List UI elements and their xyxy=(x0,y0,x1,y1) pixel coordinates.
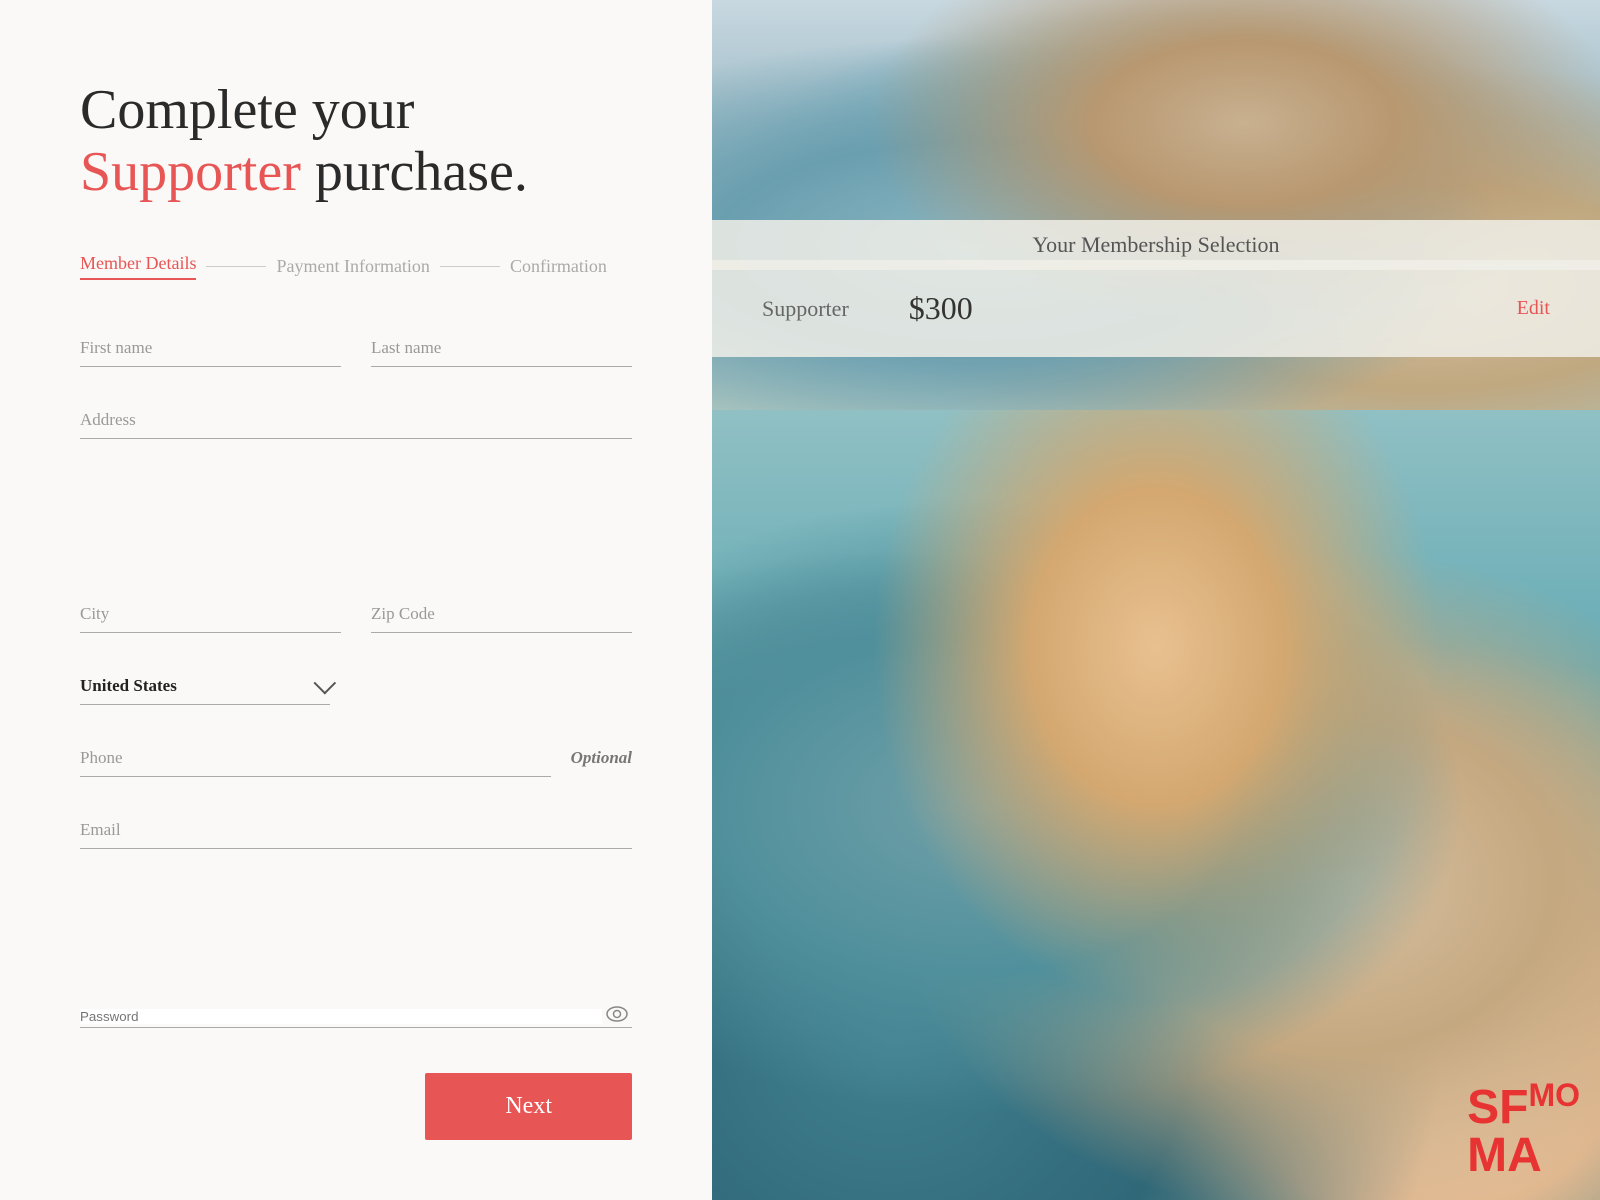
email-field xyxy=(80,812,632,971)
title-suffix: purchase. xyxy=(301,141,528,203)
last-name-field xyxy=(371,330,632,367)
page-title: Complete your Supporter purchase. xyxy=(80,80,632,203)
step-confirmation[interactable]: Confirmation xyxy=(510,256,607,277)
last-name-input[interactable] xyxy=(371,330,632,367)
optional-label: Optional xyxy=(571,748,632,768)
next-button[interactable]: Next xyxy=(425,1073,632,1140)
membership-price: $300 xyxy=(909,290,973,327)
edit-button[interactable]: Edit xyxy=(1517,297,1550,320)
first-name-input[interactable] xyxy=(80,330,341,367)
country-value: United States xyxy=(80,676,304,696)
city-zip-row xyxy=(80,596,632,633)
eye-icon[interactable] xyxy=(602,1006,632,1027)
zip-input[interactable] xyxy=(371,596,632,633)
phone-row: Optional xyxy=(80,740,632,777)
address-input[interactable] xyxy=(80,402,632,439)
step-member-details[interactable]: Member Details xyxy=(80,253,196,280)
step-divider-1 xyxy=(206,266,266,267)
logo-mo: MO xyxy=(1528,1077,1580,1113)
phone-input[interactable] xyxy=(80,740,551,777)
phone-field xyxy=(80,740,551,777)
chevron-down-icon xyxy=(314,672,337,695)
email-input[interactable] xyxy=(80,812,632,849)
title-prefix: Complete your xyxy=(80,79,414,141)
password-input[interactable] xyxy=(80,1009,602,1024)
membership-card: Supporter $300 Edit xyxy=(712,260,1600,357)
form-section: United States Optional Next xyxy=(80,330,632,1140)
sfmoma-logo: SFMO MA xyxy=(1467,1079,1580,1180)
address-field xyxy=(80,402,632,561)
city-field xyxy=(80,596,341,633)
membership-info: Supporter $300 Edit xyxy=(762,290,1550,327)
zip-field xyxy=(371,596,632,633)
city-input[interactable] xyxy=(80,596,341,633)
left-panel: Complete your Supporter purchase. Member… xyxy=(0,0,712,1200)
title-highlight: Supporter xyxy=(80,141,301,203)
first-name-field xyxy=(80,330,341,367)
right-panel: Your Membership Selection Supporter $300… xyxy=(712,0,1600,1200)
password-field xyxy=(80,1006,632,1028)
artwork-background xyxy=(712,0,1600,1200)
logo-ma: MA xyxy=(1467,1129,1542,1182)
logo-sf: SF xyxy=(1467,1081,1528,1134)
country-select[interactable]: United States xyxy=(80,668,330,705)
steps-nav: Member Details Payment Information Confi… xyxy=(80,253,632,280)
step-payment-information[interactable]: Payment Information xyxy=(276,256,429,277)
step-divider-2 xyxy=(440,266,500,267)
membership-name: Supporter xyxy=(762,296,849,322)
name-row xyxy=(80,330,632,367)
